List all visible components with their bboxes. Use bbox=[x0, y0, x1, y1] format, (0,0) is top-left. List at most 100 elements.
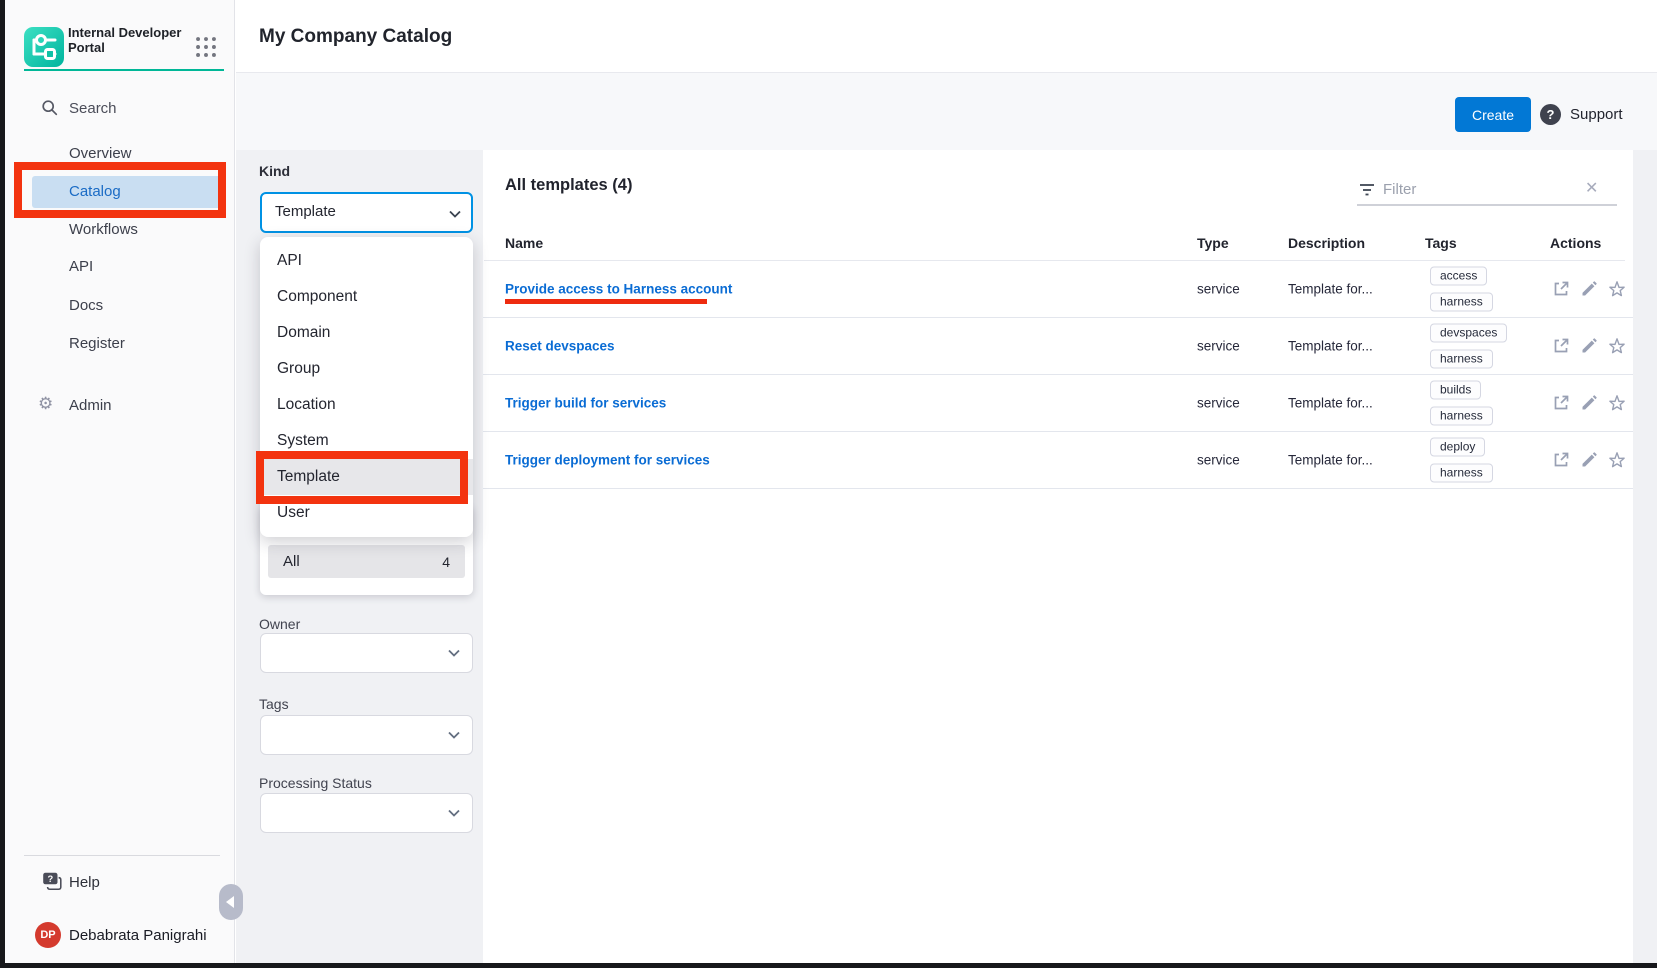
row-actions bbox=[1552, 394, 1626, 412]
chevron-down-icon bbox=[445, 645, 463, 666]
table-title: All templates (4) bbox=[505, 176, 632, 195]
template-name-link[interactable]: Trigger deployment for services bbox=[505, 453, 710, 468]
sidebar-item-catalog-highlight bbox=[32, 176, 222, 208]
kind-option-domain[interactable]: Domain bbox=[260, 315, 473, 351]
kind-select-value: Template bbox=[275, 203, 336, 220]
chevron-down-icon bbox=[445, 805, 463, 826]
template-description: Template for... bbox=[1288, 396, 1373, 411]
chevron-left-icon bbox=[226, 896, 234, 908]
row-actions bbox=[1552, 451, 1626, 469]
sidebar-item-docs[interactable]: Docs bbox=[69, 297, 219, 315]
kind-option-location[interactable]: Location bbox=[260, 387, 473, 423]
gear-icon: ⚙ bbox=[38, 394, 53, 414]
filter-input[interactable] bbox=[1383, 176, 1583, 202]
kind-count-all-label: All bbox=[283, 553, 300, 570]
edit-pencil-icon[interactable] bbox=[1580, 280, 1598, 298]
sidebar-item-admin[interactable]: Admin bbox=[69, 397, 219, 415]
sidebar-item-overview[interactable]: Overview bbox=[69, 145, 219, 163]
tag-pill-harness: harness bbox=[1430, 350, 1493, 369]
column-header-tags: Tags bbox=[1425, 235, 1457, 251]
create-button[interactable]: Create bbox=[1455, 97, 1531, 132]
template-tags: builds harness bbox=[1430, 381, 1493, 426]
kind-option-template[interactable]: Template bbox=[260, 459, 473, 495]
launch-icon[interactable] bbox=[1552, 394, 1570, 412]
app-logo-icon[interactable] bbox=[24, 27, 64, 67]
template-name-link[interactable]: Reset devspaces bbox=[505, 339, 615, 354]
tag-pill-devspaces: devspaces bbox=[1430, 324, 1507, 343]
template-tags: devspaces harness bbox=[1430, 324, 1507, 369]
star-icon[interactable] bbox=[1608, 337, 1626, 355]
toolbar-band bbox=[236, 73, 1657, 150]
processing-status-select[interactable] bbox=[260, 793, 473, 833]
kind-count-all-row[interactable]: All 4 bbox=[268, 545, 465, 578]
help-label[interactable]: Help bbox=[69, 874, 100, 891]
sidebar-item-workflows[interactable]: Workflows bbox=[69, 221, 219, 239]
column-header-type: Type bbox=[1197, 235, 1229, 251]
sidebar-item-api[interactable]: API bbox=[69, 258, 219, 276]
kind-option-api[interactable]: API bbox=[260, 243, 473, 279]
question-circle-icon: ? bbox=[1540, 104, 1561, 125]
scroll-gutter bbox=[1633, 150, 1657, 963]
sidebar-item-register[interactable]: Register bbox=[69, 335, 219, 353]
star-icon[interactable] bbox=[1608, 280, 1626, 298]
tag-pill-access: access bbox=[1430, 267, 1487, 286]
kind-option-group[interactable]: Group bbox=[260, 351, 473, 387]
edit-pencil-icon[interactable] bbox=[1580, 451, 1598, 469]
tags-filter-label: Tags bbox=[259, 696, 289, 712]
kind-option-user[interactable]: User bbox=[260, 495, 473, 531]
tag-pill-harness: harness bbox=[1430, 293, 1493, 312]
launch-icon[interactable] bbox=[1552, 451, 1570, 469]
template-name-link[interactable]: Trigger build for services bbox=[505, 396, 666, 411]
processing-status-filter-label: Processing Status bbox=[259, 775, 372, 791]
tag-pill-harness: harness bbox=[1430, 407, 1493, 426]
sidebar-divider bbox=[24, 855, 220, 856]
search-icon bbox=[41, 99, 58, 121]
chevron-down-icon bbox=[447, 207, 463, 226]
edit-pencil-icon[interactable] bbox=[1580, 394, 1598, 412]
star-icon[interactable] bbox=[1608, 451, 1626, 469]
table-filter: ✕ bbox=[1357, 170, 1619, 208]
tag-pill-builds: builds bbox=[1430, 381, 1481, 400]
help-icon: ? bbox=[41, 871, 63, 896]
sidebar-item-catalog[interactable]: Catalog bbox=[69, 183, 121, 200]
kind-select[interactable]: Template bbox=[260, 192, 473, 233]
filter-icon bbox=[1358, 182, 1376, 203]
template-description: Template for... bbox=[1288, 282, 1373, 297]
logo-divider bbox=[24, 69, 224, 71]
apps-grid-icon[interactable] bbox=[195, 36, 217, 58]
template-description: Template for... bbox=[1288, 453, 1373, 468]
user-name[interactable]: Debabrata Panigrahi bbox=[69, 927, 207, 944]
row-actions bbox=[1552, 337, 1626, 355]
sidebar: Internal Developer Portal Search Overvie… bbox=[5, 0, 235, 963]
star-icon[interactable] bbox=[1608, 394, 1626, 412]
tag-pill-deploy: deploy bbox=[1430, 438, 1485, 457]
template-type: service bbox=[1197, 396, 1240, 411]
kind-dropdown-menu: APIComponentDomainGroupLocationSystemTem… bbox=[260, 237, 473, 537]
tags-select[interactable] bbox=[260, 715, 473, 755]
row-actions bbox=[1552, 280, 1626, 298]
edit-pencil-icon[interactable] bbox=[1580, 337, 1598, 355]
template-description: Template for... bbox=[1288, 339, 1373, 354]
kind-filter-label: Kind bbox=[259, 163, 290, 179]
launch-icon[interactable] bbox=[1552, 337, 1570, 355]
tag-pill-harness: harness bbox=[1430, 464, 1493, 483]
owner-select[interactable] bbox=[260, 633, 473, 673]
table-row: Reset devspaces service Template for... … bbox=[483, 318, 1633, 375]
column-header-name: Name bbox=[505, 235, 543, 251]
clear-filter-icon[interactable]: ✕ bbox=[1585, 178, 1598, 198]
table-row: Provide access to Harness account servic… bbox=[483, 261, 1633, 318]
owner-filter-label: Owner bbox=[259, 616, 300, 632]
kind-option-component[interactable]: Component bbox=[260, 279, 473, 315]
user-avatar[interactable]: DP bbox=[35, 922, 61, 948]
table-row: Trigger build for services service Templ… bbox=[483, 375, 1633, 432]
kind-option-system[interactable]: System bbox=[260, 423, 473, 459]
sidebar-item-search[interactable]: Search bbox=[35, 96, 215, 122]
column-header-actions: Actions bbox=[1550, 235, 1601, 251]
launch-icon[interactable] bbox=[1552, 280, 1570, 298]
template-tags: access harness bbox=[1430, 267, 1493, 312]
sidebar-collapse-handle[interactable] bbox=[219, 884, 243, 920]
template-name-link[interactable]: Provide access to Harness account bbox=[505, 282, 732, 297]
filter-underline bbox=[1357, 204, 1617, 206]
template-type: service bbox=[1197, 453, 1240, 468]
template-type: service bbox=[1197, 282, 1240, 297]
